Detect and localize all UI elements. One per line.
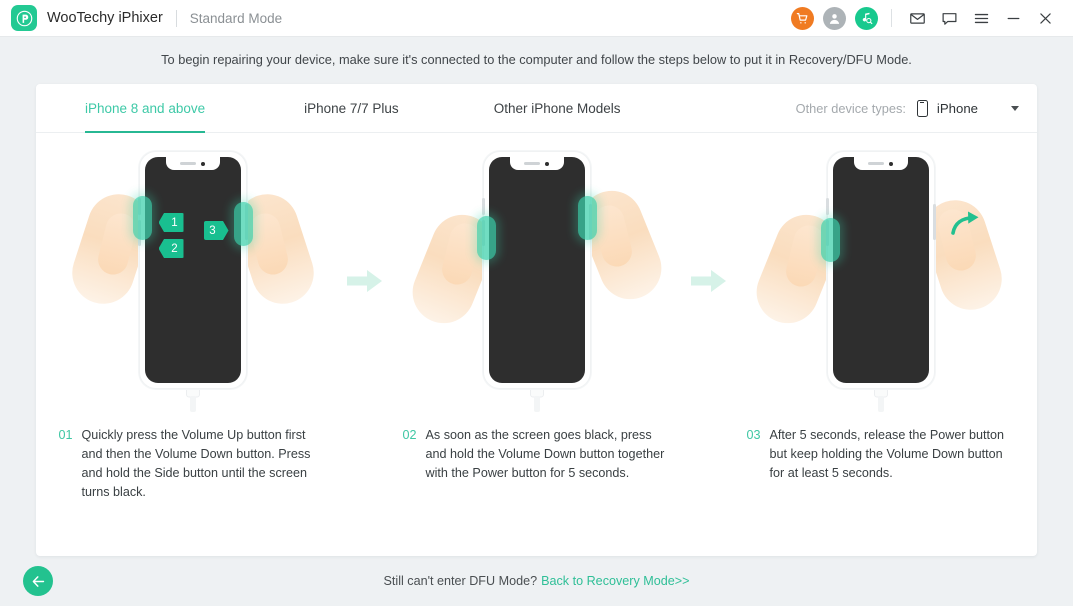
music-search-button[interactable] <box>850 2 882 34</box>
step-text-3: 03 After 5 seconds, release the Power bu… <box>747 426 1015 483</box>
release-arrow-icon <box>950 211 978 235</box>
chat-icon <box>942 12 956 25</box>
mail-icon <box>909 12 925 24</box>
front-camera-icon <box>545 161 549 166</box>
tab-iphone-7-7-plus[interactable]: iPhone 7/7 Plus <box>304 84 399 133</box>
phone-illustration-2 <box>402 151 671 416</box>
highlight-right-2 <box>577 196 597 240</box>
page-instruction-text: To begin repairing your device, make sur… <box>161 51 912 67</box>
app-window: WooTechy iPhixer Standard Mode To begin … <box>0 0 1073 606</box>
chevron-down-icon[interactable] <box>1011 106 1019 111</box>
phone-notch-1 <box>165 157 220 170</box>
speaker-slot-icon <box>180 162 196 165</box>
minimize-icon <box>1007 17 1019 19</box>
content-card: iPhone 8 and above iPhone 7/7 Plus Other… <box>36 84 1037 556</box>
highlight-left-2 <box>476 216 496 260</box>
menu-button[interactable] <box>965 2 997 34</box>
arrow-right-icon <box>690 270 726 292</box>
back-to-recovery-mode-link[interactable]: Back to Recovery Mode>> <box>541 574 689 588</box>
account-button[interactable] <box>818 2 850 34</box>
music-search-icon <box>854 6 878 30</box>
step-text-2: 02 As soon as the screen goes black, pre… <box>403 426 671 483</box>
back-arrow-icon <box>32 575 44 587</box>
step-column-2: 02 As soon as the screen goes black, pre… <box>392 151 682 483</box>
phone-illustration-3 <box>746 151 1010 416</box>
step-number-2: 02 <box>402 428 417 442</box>
step-number-3: 03 <box>746 428 761 442</box>
step-description-1: Quickly press the Volume Up button first… <box>81 428 311 499</box>
footer-bar: Still can't enter DFU Mode? Back to Reco… <box>0 556 1073 606</box>
phone-screen-2 <box>488 157 585 383</box>
highlight-left-3 <box>820 218 840 262</box>
chat-button[interactable] <box>933 2 965 34</box>
hamburger-menu-icon <box>974 13 988 23</box>
volume-up-button-3 <box>825 198 829 215</box>
back-button[interactable] <box>23 566 53 596</box>
mail-button[interactable] <box>901 2 933 34</box>
account-icon <box>822 6 846 30</box>
phone-body-2 <box>476 151 597 389</box>
phone-screen-1: 1 2 3 <box>144 157 241 383</box>
titlebar-divider <box>175 9 177 27</box>
step-separator-arrow-2 <box>682 151 736 411</box>
phone-illustration-1: 1 2 3 <box>63 151 322 416</box>
phone-icon <box>916 100 928 117</box>
step-badge-1: 1 <box>158 213 184 232</box>
speaker-slot-icon <box>524 162 540 165</box>
phone-body-1: 1 2 3 <box>132 151 253 389</box>
front-camera-icon <box>201 161 205 166</box>
front-camera-icon <box>889 161 893 166</box>
device-tabs: iPhone 8 and above iPhone 7/7 Plus Other… <box>36 84 1037 133</box>
other-device-types-label: Other device types: <box>795 101 906 116</box>
step-text-1: 01 Quickly press the Volume Up button fi… <box>59 426 327 502</box>
highlight-left-1 <box>132 196 152 240</box>
arrow-right-icon <box>346 270 382 292</box>
step-separator-arrow-1 <box>338 151 392 411</box>
titlebar-actions <box>786 2 1061 34</box>
title-bar: WooTechy iPhixer Standard Mode <box>0 0 1073 37</box>
step-column-1: 1 2 3 01 Quickly press the Volume Up but… <box>48 151 338 502</box>
app-mode-label: Standard Mode <box>189 10 283 26</box>
footer-question: Still can't enter DFU Mode? <box>383 574 538 588</box>
step-description-3: After 5 seconds, release the Power butto… <box>769 428 1005 480</box>
close-button[interactable] <box>1029 2 1061 34</box>
step-column-3: 03 After 5 seconds, release the Power bu… <box>736 151 1026 483</box>
step-badge-2: 2 <box>158 239 184 258</box>
phone-notch-2 <box>509 157 564 170</box>
steps-row: 1 2 3 01 Quickly press the Volume Up but… <box>36 133 1037 499</box>
other-device-types-selector[interactable]: Other device types: iPhone <box>796 84 1019 133</box>
app-brand-name: WooTechy iPhixer <box>47 10 163 26</box>
phone-notch-3 <box>853 157 908 170</box>
cart-button[interactable] <box>786 2 818 34</box>
volume-up-button-2 <box>481 198 485 215</box>
phone-screen-3 <box>832 157 929 383</box>
phone-body-3 <box>820 151 936 389</box>
close-icon <box>1039 12 1051 24</box>
minimize-button[interactable] <box>997 2 1029 34</box>
titlebar-separator <box>891 9 892 27</box>
footer-help-text: Still can't enter DFU Mode? Back to Reco… <box>0 574 1073 588</box>
cart-icon <box>790 6 814 30</box>
step-badge-3: 3 <box>203 221 229 240</box>
speaker-slot-icon <box>868 162 884 165</box>
tab-other-iphone-models[interactable]: Other iPhone Models <box>494 84 621 133</box>
power-button-3 <box>932 204 936 240</box>
app-logo-icon <box>11 5 37 31</box>
selected-device-value: iPhone <box>936 101 978 116</box>
tab-iphone-8-and-above[interactable]: iPhone 8 and above <box>85 84 206 133</box>
step-description-2: As soon as the screen goes black, press … <box>425 428 665 480</box>
highlight-right-1 <box>233 202 253 246</box>
step-number-1: 01 <box>58 428 73 442</box>
